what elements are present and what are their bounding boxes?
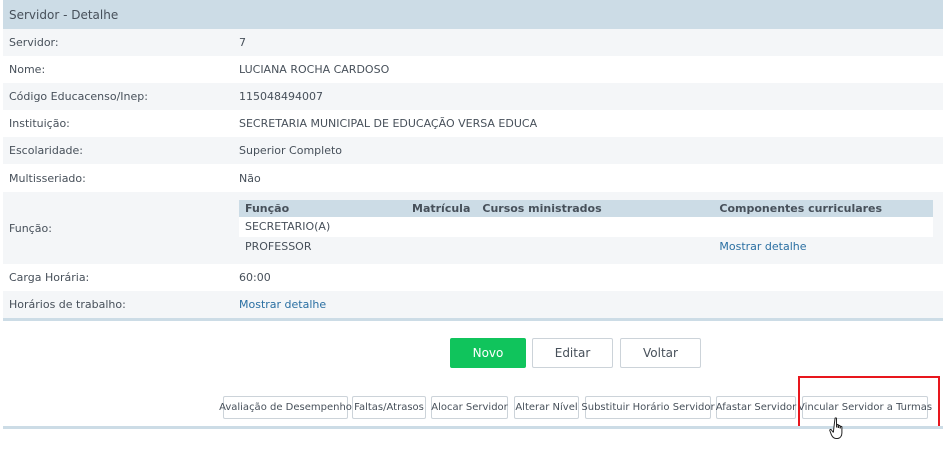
table-cell: Mostrar detalhe <box>713 236 933 257</box>
funcao-table: Função Matrícula Cursos ministrados Comp… <box>239 199 933 257</box>
substituir-horario-button[interactable]: Substituir Horário Servidor <box>581 396 715 419</box>
table-cell: PROFESSOR <box>239 236 406 257</box>
field-value: 115048494007 <box>239 90 323 103</box>
footer-divider <box>3 426 943 429</box>
field-label: Carga Horária: <box>9 271 90 284</box>
table-cell <box>476 216 714 237</box>
column-header: Função <box>239 199 406 217</box>
field-row-funcao: Função: Função Matrícula Cursos ministra… <box>3 192 943 264</box>
field-value: SECRETARIA MUNICIPAL DE EDUCAÇÃO VERSA E… <box>239 117 538 130</box>
field-row-instituicao: Instituição: SECRETARIA MUNICIPAL DE EDU… <box>3 110 943 137</box>
avaliacao-desempenho-button[interactable]: Avaliação de Desempenho <box>219 396 352 419</box>
editar-button[interactable]: Editar <box>532 338 613 368</box>
faltas-atrasos-button[interactable]: Faltas/Atrasos <box>352 396 426 419</box>
field-row-carga: Carga Horária: 60:00 <box>3 264 943 291</box>
field-row-servidor: Servidor: 7 <box>3 29 943 56</box>
field-label: Instituição: <box>9 117 70 130</box>
field-label: Multisseriado: <box>9 171 86 185</box>
field-value: Não <box>239 171 261 185</box>
table-cell <box>476 236 714 257</box>
field-label: Função: <box>9 221 52 235</box>
novo-button[interactable]: Novo <box>450 338 526 368</box>
field-row-horarios: Horários de trabalho: Mostrar detalhe <box>3 291 943 318</box>
field-label: Servidor: <box>9 36 59 49</box>
funcao-table-cell: Função Matrícula Cursos ministrados Comp… <box>233 199 943 257</box>
panel-title: Servidor - Detalhe <box>3 0 943 29</box>
voltar-button[interactable]: Voltar <box>620 338 701 368</box>
alocar-servidor-button[interactable]: Alocar Servidor <box>431 396 508 419</box>
table-cell: SECRETARIO(A) <box>239 216 406 237</box>
field-value: Superior Completo <box>239 144 343 157</box>
field-label: Nome: <box>9 63 46 76</box>
afastar-servidor-button[interactable]: Afastar Servidor <box>716 396 796 419</box>
column-header: Componentes curriculares <box>713 199 933 217</box>
alterar-nivel-button[interactable]: Alterar Nível <box>514 396 579 419</box>
field-value: LUCIANA ROCHA CARDOSO <box>239 63 390 76</box>
table-row: PROFESSOR Mostrar detalhe <box>239 236 933 257</box>
table-cell <box>406 236 477 257</box>
table-cell <box>713 216 933 237</box>
field-value: 7 <box>239 36 246 49</box>
field-label: Horários de trabalho: <box>9 298 126 311</box>
mostrar-detalhe-horarios-link[interactable]: Mostrar detalhe <box>239 298 326 311</box>
highlight-annotation <box>798 376 940 429</box>
field-label: Escolaridade: <box>9 144 84 157</box>
field-row-multisseriado: Multisseriado: Não <box>3 164 943 192</box>
field-row-nome: Nome: LUCIANA ROCHA CARDOSO <box>3 56 943 83</box>
column-header: Cursos ministrados <box>476 199 714 217</box>
mostrar-detalhe-componentes-link[interactable]: Mostrar detalhe <box>719 240 806 253</box>
hand-pointer-icon <box>829 417 849 444</box>
field-row-escolaridade: Escolaridade: Superior Completo <box>3 137 943 164</box>
field-label: Código Educacenso/Inep: <box>9 90 148 103</box>
servidor-detail-panel: Servidor - Detalhe Servidor: 7 Nome: LUC… <box>3 0 943 318</box>
table-cell <box>406 216 477 237</box>
table-row: SECRETARIO(A) <box>239 216 933 237</box>
column-header: Matrícula <box>406 199 477 217</box>
field-row-codigo: Código Educacenso/Inep: 115048494007 <box>3 83 943 110</box>
field-value: 60:00 <box>239 271 271 284</box>
table-header-row: Função Matrícula Cursos ministrados Comp… <box>239 199 933 217</box>
section-divider <box>3 318 943 321</box>
